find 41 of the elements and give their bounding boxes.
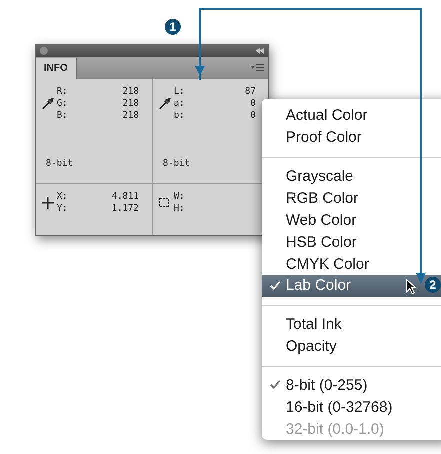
readout-value: 0 xyxy=(250,111,256,121)
readout-label: B: xyxy=(57,111,69,121)
menu-item[interactable]: Grayscale xyxy=(262,166,441,188)
callout-number: 1 xyxy=(165,19,181,35)
close-button[interactable] xyxy=(40,47,48,55)
menu-item[interactable]: Total Ink xyxy=(262,314,441,336)
readout-label: G: xyxy=(57,99,69,109)
menu-item[interactable]: 16-bit (0-32768) xyxy=(262,396,441,418)
readout-value: 218 xyxy=(122,87,139,97)
readout-value: 218 xyxy=(122,99,139,109)
readout-label: W: xyxy=(174,192,186,202)
panel-menu-icon[interactable] xyxy=(251,64,264,72)
readout-label: X: xyxy=(57,192,69,202)
menu-item[interactable]: Web Color xyxy=(262,209,441,232)
readout-value: 0 xyxy=(250,99,256,109)
readout-label: L: xyxy=(174,87,186,97)
menu-item[interactable]: Actual Color xyxy=(262,105,441,127)
eyedropper-icon xyxy=(42,98,54,110)
bit-depth-label: 8-bit xyxy=(162,159,192,171)
menu-item[interactable]: CMYK Color xyxy=(262,253,441,275)
readout-label: a: xyxy=(174,99,186,109)
readout-label: H: xyxy=(174,204,186,214)
panel-tab[interactable]: INFO xyxy=(36,58,77,79)
menu-item[interactable]: HSB Color xyxy=(262,231,441,254)
bit-depth-label: 8-bit xyxy=(45,159,74,171)
eyedropper-icon xyxy=(159,98,171,110)
menu-item[interactable]: RGB Color xyxy=(262,188,441,210)
cursor-icon xyxy=(406,278,417,295)
marquee-icon xyxy=(159,197,171,209)
readout-value: 4.811 xyxy=(110,192,139,202)
menu-item[interactable]: 8-bit (0-255) xyxy=(262,374,441,396)
readout-label: R: xyxy=(57,87,69,97)
menu-item[interactable]: Proof Color xyxy=(262,126,441,149)
readout-label: b: xyxy=(174,111,186,121)
readout-value: 1.172 xyxy=(110,204,139,214)
readout-value: 87 xyxy=(244,87,256,97)
crosshair-icon xyxy=(42,197,54,209)
collapse-icon[interactable] xyxy=(256,48,264,54)
readout-value: 218 xyxy=(122,111,139,121)
menu-item[interactable]: Opacity xyxy=(262,336,441,358)
readout-label: Y: xyxy=(57,204,69,214)
